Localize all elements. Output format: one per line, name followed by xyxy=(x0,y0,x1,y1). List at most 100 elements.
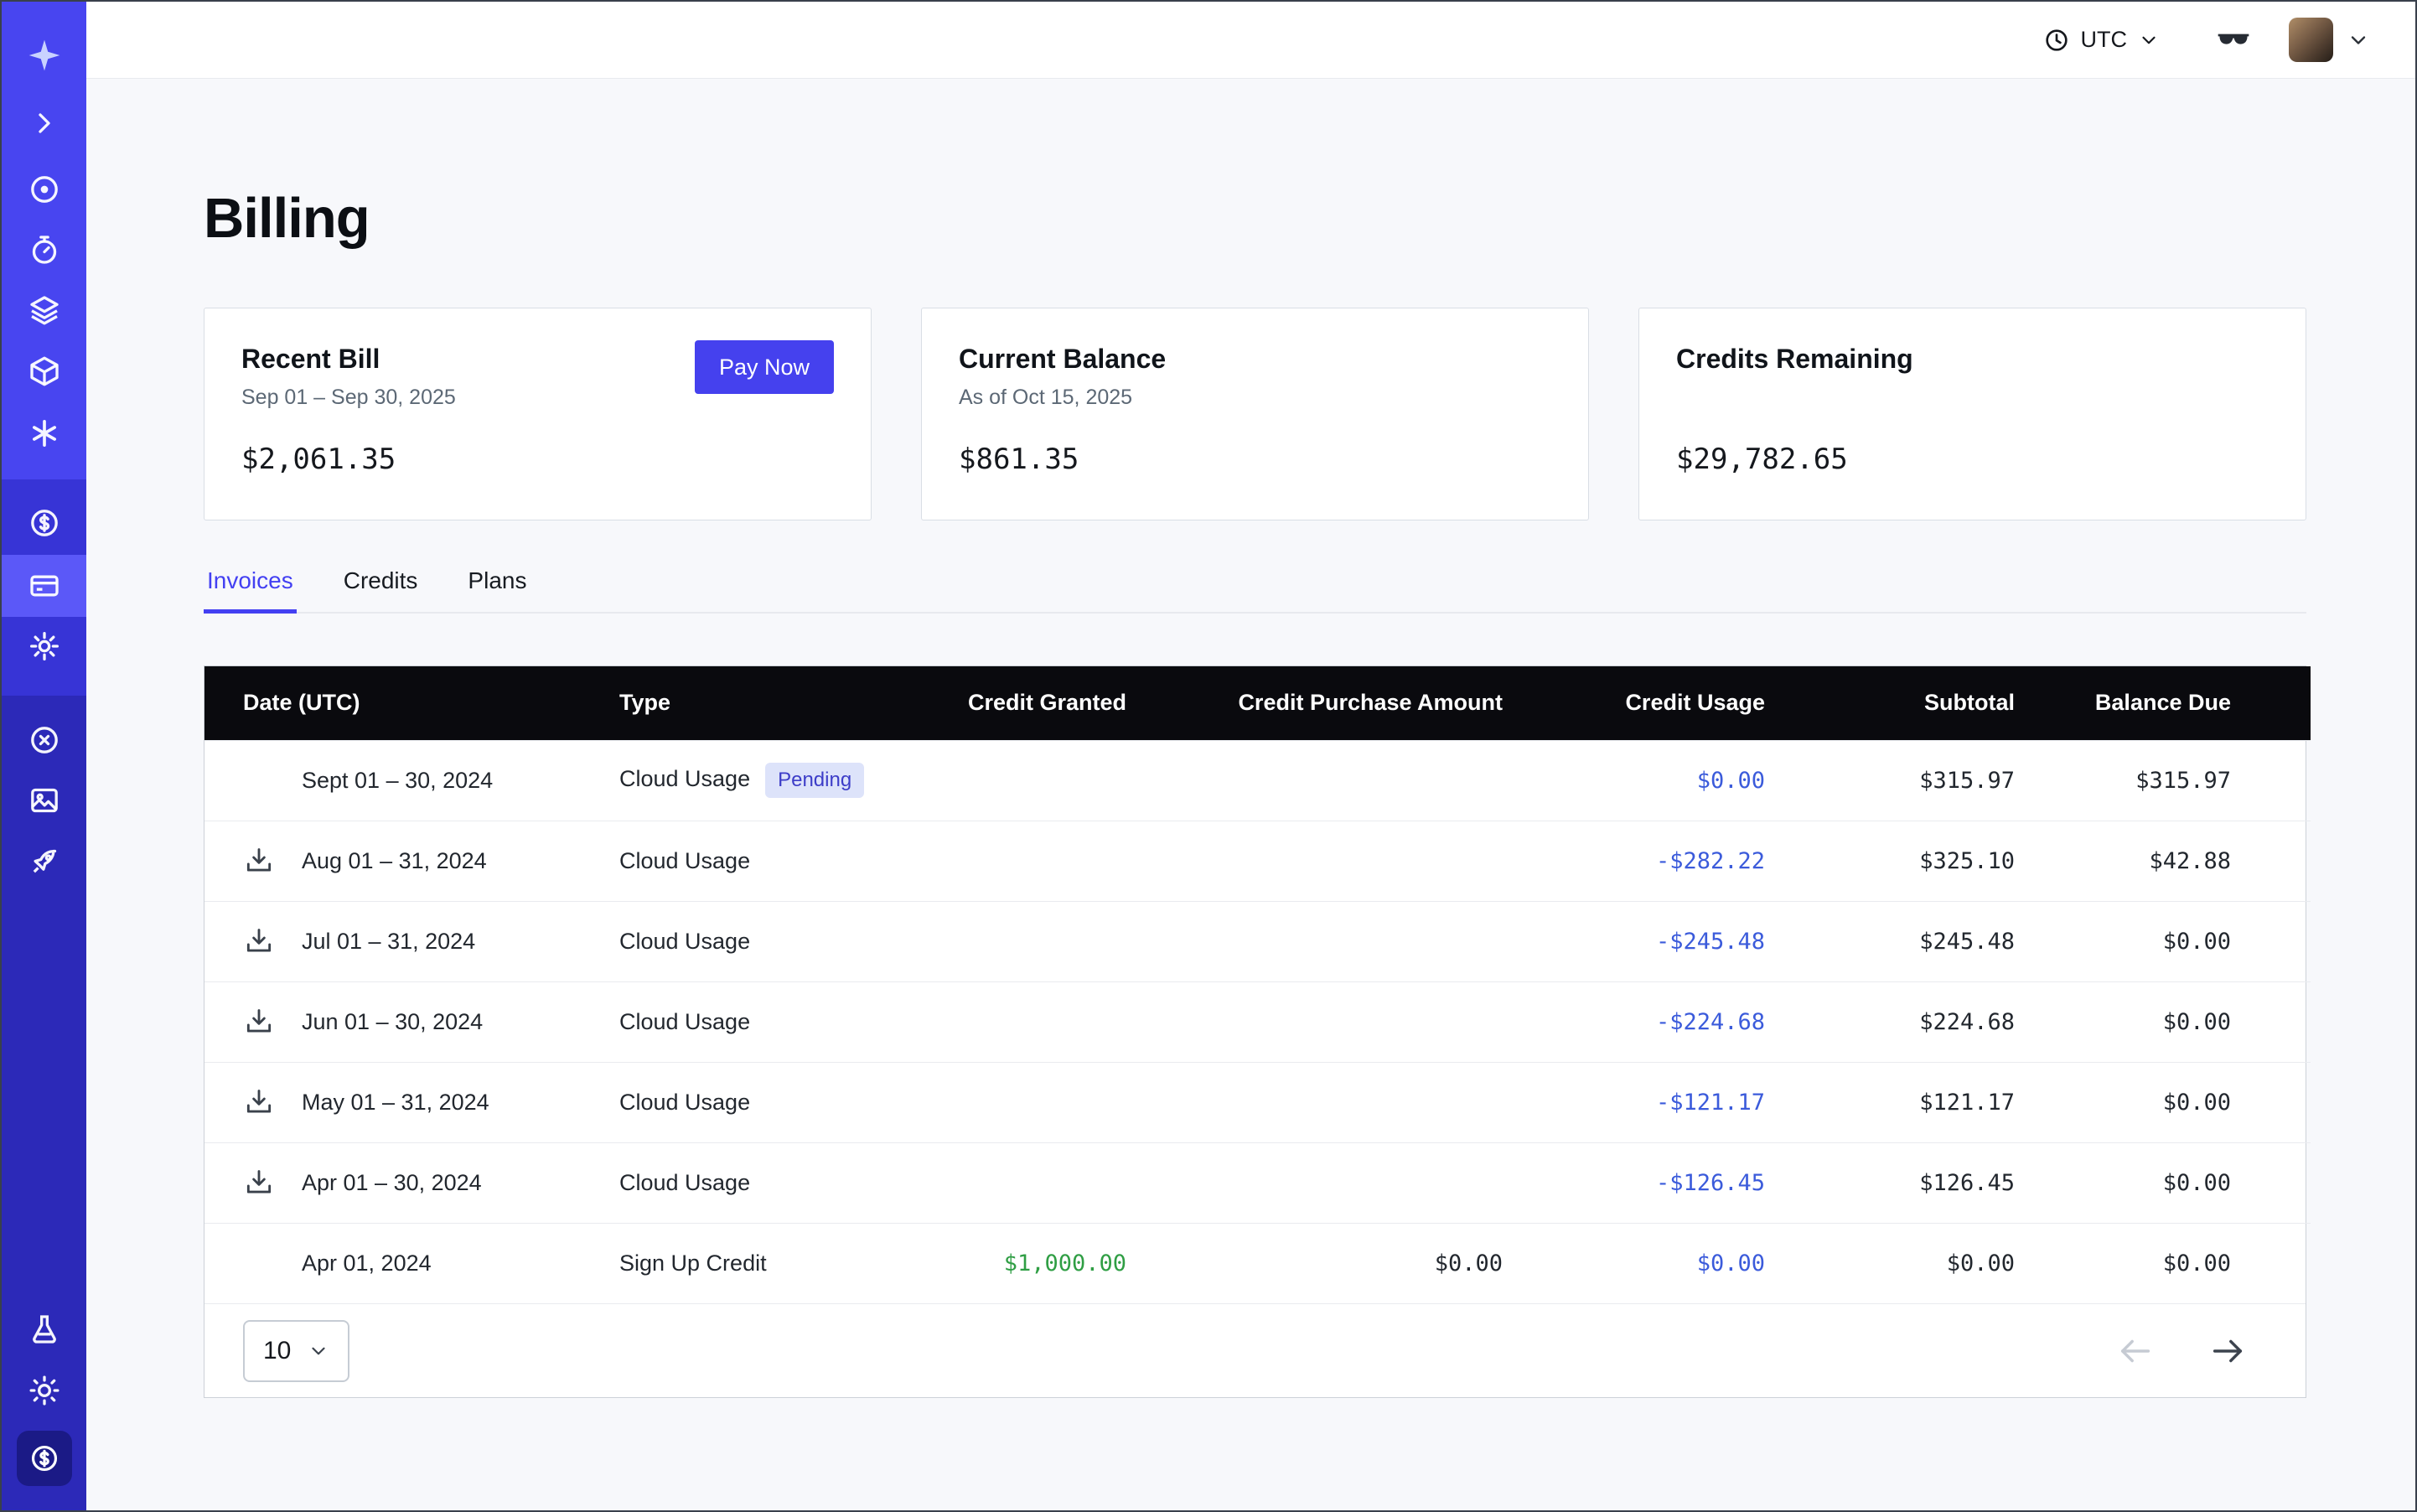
current-balance-asof: As of Oct 15, 2025 xyxy=(959,386,1551,410)
chevron-right-icon[interactable] xyxy=(25,104,64,142)
table-row: Sept 01 – 30, 2024 Cloud UsagePending $0… xyxy=(204,740,2311,821)
pay-now-button[interactable]: Pay Now xyxy=(695,340,834,394)
table-row: Aug 01 – 31, 2024 Cloud Usage -$282.22 $… xyxy=(204,821,2311,901)
download-invoice-icon[interactable] xyxy=(243,925,302,957)
credit-purchase-cell xyxy=(1126,981,1503,1062)
billing-card-icon[interactable] xyxy=(25,567,64,605)
page-title: Billing xyxy=(204,186,2306,251)
table-header-row: Date (UTC) Type Credit Granted Credit Pu… xyxy=(204,666,2311,740)
credit-usage-cell: -$121.17 xyxy=(1503,1062,1765,1142)
credit-granted-cell: $1,000.00 xyxy=(875,1223,1126,1303)
type-cell: Cloud Usage xyxy=(619,901,875,981)
credit-usage-cell: -$126.45 xyxy=(1503,1142,1765,1223)
current-balance-title: Current Balance xyxy=(959,344,1551,375)
subtotal-cell: $224.68 xyxy=(1765,981,2015,1062)
credit-granted-cell xyxy=(875,740,1126,821)
credit-usage-cell: -$282.22 xyxy=(1503,821,1765,901)
credit-usage-cell: $0.00 xyxy=(1503,740,1765,821)
balance-due-cell: $0.00 xyxy=(2015,1062,2311,1142)
app-logo-icon[interactable] xyxy=(25,36,64,75)
date-cell: Apr 01, 2024 xyxy=(204,1223,619,1303)
page-size-select[interactable]: 10 xyxy=(243,1320,349,1382)
current-balance-amount: $861.35 xyxy=(959,443,1079,476)
user-avatar[interactable] xyxy=(2289,18,2333,62)
col-type: Type xyxy=(619,666,875,740)
balance-due-cell: $315.97 xyxy=(2015,740,2311,821)
subtotal-cell: $315.97 xyxy=(1765,740,2015,821)
usage-dollar-icon[interactable] xyxy=(25,504,64,542)
clock-icon xyxy=(2043,27,2070,54)
table-row: Apr 01, 2024 Sign Up Credit $1,000.00 $0… xyxy=(204,1223,2311,1303)
table-row: Apr 01 – 30, 2024 Cloud Usage -$126.45 $… xyxy=(204,1142,2311,1223)
radar-icon[interactable] xyxy=(25,170,64,209)
credit-purchase-cell: $0.00 xyxy=(1126,1223,1503,1303)
credit-purchase-cell xyxy=(1126,821,1503,901)
status-badge: Pending xyxy=(765,763,864,798)
asterisk-icon[interactable] xyxy=(25,414,64,453)
credit-usage-cell: $0.00 xyxy=(1503,1223,1765,1303)
type-cell: Cloud Usage xyxy=(619,821,875,901)
col-balance-due: Balance Due xyxy=(2015,666,2311,740)
tab-plans[interactable]: Plans xyxy=(464,567,530,612)
credit-purchase-cell xyxy=(1126,740,1503,821)
cube-icon[interactable] xyxy=(25,352,64,391)
main-content: Billing Recent Bill Sep 01 – Sep 30, 202… xyxy=(86,79,2415,1510)
image-icon[interactable] xyxy=(25,781,64,820)
credit-purchase-cell xyxy=(1126,1142,1503,1223)
date-cell: Apr 01 – 30, 2024 xyxy=(204,1142,619,1223)
invoices-table: Date (UTC) Type Credit Granted Credit Pu… xyxy=(204,665,2306,1398)
sidebar xyxy=(2,2,86,1510)
timer-icon[interactable] xyxy=(25,230,64,269)
balance-due-cell: $0.00 xyxy=(2015,1223,2311,1303)
download-invoice-icon[interactable] xyxy=(243,1086,302,1118)
dollar-badge-icon[interactable] xyxy=(17,1431,72,1486)
page-size-value: 10 xyxy=(263,1337,291,1365)
chevron-down-icon xyxy=(2138,29,2160,51)
col-credit-usage: Credit Usage xyxy=(1503,666,1765,740)
tab-credits[interactable]: Credits xyxy=(340,567,422,612)
col-date: Date (UTC) xyxy=(204,666,619,740)
sun-icon[interactable] xyxy=(25,1371,64,1410)
type-cell: Cloud Usage xyxy=(619,1142,875,1223)
download-invoice-icon[interactable] xyxy=(243,1167,302,1199)
col-subtotal: Subtotal xyxy=(1765,666,2015,740)
credit-granted-cell xyxy=(875,981,1126,1062)
col-credit-purchase: Credit Purchase Amount xyxy=(1126,666,1503,740)
chevron-down-icon xyxy=(308,1340,329,1362)
table-footer: 10 xyxy=(204,1303,2306,1397)
balance-due-cell: $42.88 xyxy=(2015,821,2311,901)
subtotal-cell: $245.48 xyxy=(1765,901,2015,981)
tab-invoices[interactable]: Invoices xyxy=(204,567,297,612)
credit-usage-cell: -$245.48 xyxy=(1503,901,1765,981)
table-row: May 01 – 31, 2024 Cloud Usage -$121.17 $… xyxy=(204,1062,2311,1142)
account-chevron-down-icon[interactable] xyxy=(2347,28,2370,52)
prev-page-button[interactable] xyxy=(2116,1332,2155,1370)
download-invoice-icon[interactable] xyxy=(243,845,302,877)
type-cell: Sign Up Credit xyxy=(619,1223,875,1303)
download-invoice-icon[interactable] xyxy=(243,1006,302,1038)
subtotal-cell: $121.17 xyxy=(1765,1062,2015,1142)
topbar: UTC xyxy=(86,2,2415,79)
glasses-icon[interactable] xyxy=(2215,22,2252,59)
summary-cards: Recent Bill Sep 01 – Sep 30, 2025 $2,061… xyxy=(204,308,2306,520)
credit-granted-cell xyxy=(875,1142,1126,1223)
balance-due-cell: $0.00 xyxy=(2015,981,2311,1062)
timezone-selector[interactable]: UTC xyxy=(2043,27,2161,54)
recent-bill-amount: $2,061.35 xyxy=(241,443,396,476)
layers-icon[interactable] xyxy=(25,291,64,329)
flask-icon[interactable] xyxy=(25,1310,64,1349)
balance-due-cell: $0.00 xyxy=(2015,1142,2311,1223)
date-cell: May 01 – 31, 2024 xyxy=(204,1062,619,1142)
billing-tabs: Invoices Credits Plans xyxy=(204,567,2306,614)
circle-x-icon[interactable] xyxy=(25,721,64,759)
current-balance-card: Current Balance As of Oct 15, 2025 $861.… xyxy=(921,308,1589,520)
next-page-button[interactable] xyxy=(2208,1332,2247,1370)
credit-usage-cell: -$224.68 xyxy=(1503,981,1765,1062)
credit-purchase-cell xyxy=(1126,1062,1503,1142)
timezone-label: UTC xyxy=(2081,27,2128,53)
type-cell: Cloud UsagePending xyxy=(619,740,875,821)
subtotal-cell: $325.10 xyxy=(1765,821,2015,901)
settings-gear-icon[interactable] xyxy=(25,627,64,665)
subtotal-cell: $0.00 xyxy=(1765,1223,2015,1303)
rocket-icon[interactable] xyxy=(25,842,64,881)
